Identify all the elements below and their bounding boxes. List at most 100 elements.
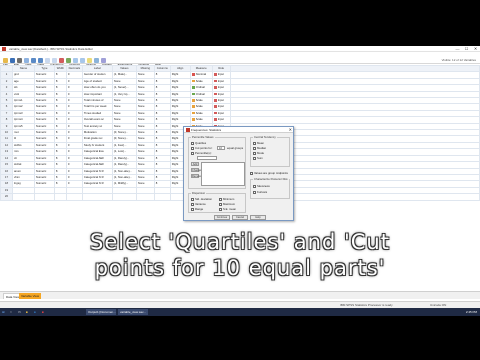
se-mean-label: S.E. mean	[223, 207, 237, 211]
kurtosis-checkbox[interactable]: Kurtosis	[253, 190, 267, 194]
insert-variable-icon[interactable]	[80, 58, 85, 63]
measure-icon	[191, 105, 195, 108]
table-cell[interactable]	[11, 193, 35, 201]
edge-icon[interactable]: ●	[34, 309, 40, 315]
file-explorer-icon[interactable]: ■	[26, 309, 32, 315]
role-input-icon	[213, 86, 217, 89]
value-labels-icon[interactable]	[101, 58, 106, 63]
add-button[interactable]: Add	[191, 162, 199, 166]
mode-checkbox[interactable]: Mode	[253, 151, 264, 155]
measure-icon	[191, 86, 195, 89]
measure-icon	[191, 111, 195, 115]
range-checkbox[interactable]: Range	[191, 207, 203, 211]
cancel-button[interactable]: Cancel	[232, 215, 248, 220]
spss-taskbar-icon[interactable]: ■	[42, 309, 48, 315]
role-label: Input	[217, 78, 224, 83]
sum-checkbox[interactable]: Sum	[253, 156, 263, 160]
insert-cases-icon[interactable]	[73, 58, 78, 63]
search-icon[interactable]: ○	[10, 309, 16, 315]
caption-line-2: points for 10 equal parts'	[94, 256, 386, 280]
skewness-label: Skewness	[257, 184, 270, 188]
quartiles-checkbox[interactable]: Quartiles	[191, 141, 206, 145]
mean-checkbox[interactable]: Mean	[253, 141, 264, 145]
role-input-icon	[213, 105, 217, 108]
role-label: Input	[217, 98, 224, 103]
redo-icon[interactable]	[38, 58, 43, 63]
role-input-icon	[213, 99, 217, 102]
task-view-icon[interactable]: ▭	[18, 309, 24, 315]
variance-label: Variance	[195, 202, 206, 206]
taskbar-data-window[interactable]: variable_view.sav...	[118, 309, 148, 315]
column-header: Decimals	[65, 65, 83, 73]
continue-button[interactable]: Continue	[214, 215, 230, 220]
percentile-list[interactable]	[201, 162, 245, 186]
median-checkbox[interactable]: Median	[253, 146, 266, 150]
minimum-label: Minimum	[223, 197, 235, 201]
mode-label: Mode	[257, 151, 264, 155]
spss-window: variable_view.sav [DataSet1] - IBM SPSS …	[0, 46, 480, 316]
dialog-title-bar: Frequencies: Statistics ✕	[184, 127, 293, 133]
taskbar-output-window[interactable]: Output1 [Documen...	[86, 309, 116, 315]
role-label: Input	[217, 72, 224, 77]
std-deviation-checkbox[interactable]: Std. deviation	[191, 197, 212, 201]
change-button[interactable]: Change	[191, 168, 201, 172]
measure-label: Scale	[195, 98, 203, 103]
table-cell[interactable]	[111, 193, 137, 201]
role-label: Input	[217, 85, 224, 90]
save-icon[interactable]	[10, 58, 15, 63]
view-tabs: Data View Variable View	[0, 291, 480, 299]
goto-case-icon[interactable]	[45, 58, 50, 63]
cut-points-input[interactable]: 10	[217, 146, 225, 150]
print-icon[interactable]	[17, 58, 22, 63]
table-cell[interactable]	[65, 193, 83, 201]
weight-cases-icon[interactable]	[94, 58, 99, 63]
table-cell[interactable]	[81, 193, 113, 201]
caption-line-1: Select 'Quartiles' and 'Cut	[90, 230, 390, 254]
percentile-values-title: Percentile Values	[191, 135, 215, 139]
central-tendency-title: Central Tendency	[253, 135, 277, 139]
variance-checkbox[interactable]: Variance	[191, 202, 206, 206]
role-label: Input	[217, 91, 224, 96]
kurtosis-label: Kurtosis	[257, 190, 268, 194]
goto-variable-icon[interactable]	[52, 58, 57, 63]
percentiles-label: Percentile(s):	[195, 151, 212, 155]
open-icon[interactable]	[3, 58, 8, 63]
status-bar: IBM SPSS Statistics Processor is ready U…	[0, 301, 480, 308]
table-cell[interactable]	[33, 193, 55, 201]
dialog-title: Frequencies: Statistics	[191, 128, 222, 132]
measure-label: Scale	[195, 110, 203, 115]
find-icon[interactable]	[66, 58, 71, 63]
video-frame: variable_view.sav [DataSet1] - IBM SPSS …	[0, 0, 480, 360]
tab-variable-view[interactable]: Variable View	[19, 293, 42, 299]
measure-label: Scale	[195, 104, 203, 109]
maximum-checkbox[interactable]: Maximum	[219, 202, 235, 206]
dialog-recall-icon[interactable]	[24, 58, 29, 63]
se-mean-checkbox[interactable]: S.E. mean	[219, 207, 236, 211]
table-cell[interactable]	[53, 193, 67, 201]
measure-label: Scale	[195, 78, 203, 83]
help-button[interactable]: Help	[250, 215, 266, 220]
equal-groups-label: equal groups	[227, 146, 244, 150]
table-cell[interactable]	[153, 193, 171, 201]
characterize-title: Characterize Posterior Dist.	[253, 177, 290, 181]
percentile-input[interactable]	[197, 156, 217, 160]
table-cell[interactable]	[135, 193, 155, 201]
maximum-label: Maximum	[223, 202, 236, 206]
start-icon[interactable]: ⊞	[2, 309, 8, 315]
measure-icon	[191, 92, 195, 96]
split-file-icon[interactable]	[87, 58, 92, 63]
undo-icon[interactable]	[31, 58, 36, 63]
dialog-close-icon[interactable]: ✕	[289, 127, 292, 133]
spss-logo-icon	[2, 47, 6, 51]
group-midpoints-checkbox[interactable]: Values are group midpoints	[250, 171, 288, 175]
visible-variables-label: Visible: 12 of 12 Variables	[441, 58, 476, 62]
minimum-checkbox[interactable]: Minimum	[219, 197, 234, 201]
quartiles-label: Quartiles	[195, 141, 207, 145]
percentiles-checkbox[interactable]: Percentile(s):	[191, 151, 211, 155]
remove-button[interactable]: Remove	[191, 174, 202, 178]
cut-points-label: Cut points for:	[195, 146, 213, 150]
variables-icon[interactable]	[59, 58, 64, 63]
skewness-checkbox[interactable]: Skewness	[253, 184, 270, 188]
cut-points-checkbox[interactable]: Cut points for:	[191, 146, 212, 150]
sum-label: Sum	[257, 156, 263, 160]
